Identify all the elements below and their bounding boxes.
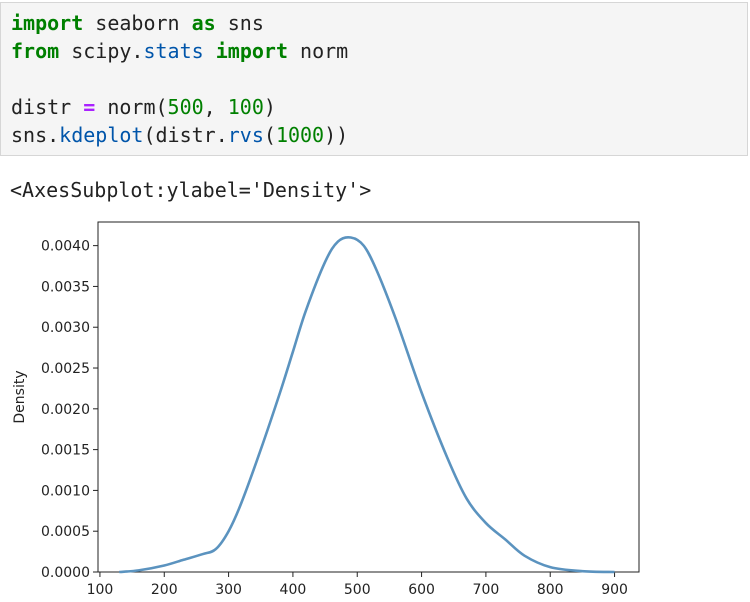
y-tick-label: 0.0030 <box>41 320 90 336</box>
kde-chart: 100 200 300 400 500 600 700 800 900 0.0000 0.0005 0… <box>12 221 640 598</box>
y-tick-label: 0.0015 <box>41 443 90 459</box>
x-tick-label: 800 <box>537 582 564 598</box>
code-token: norm( <box>95 95 168 119</box>
code-token: distr <box>11 95 84 119</box>
code-token: ) <box>263 95 276 119</box>
code-token: from <box>11 39 60 63</box>
code-token: import <box>215 39 288 63</box>
x-tick-label: 500 <box>344 582 371 598</box>
code-token: rvs <box>227 123 264 147</box>
y-tick-label: 0.0035 <box>41 279 90 295</box>
code-token: as <box>191 11 216 35</box>
code-token: kdeplot <box>59 123 144 147</box>
x-tick-label: 900 <box>601 582 628 598</box>
output-repr: <AxesSubplot:ylabel='Density'> <box>10 178 372 202</box>
x-tick-label: 600 <box>408 582 435 598</box>
y-tick-label: 0.0040 <box>41 239 90 255</box>
code-token: )) <box>324 123 349 147</box>
code-token: sns. <box>11 123 60 147</box>
y-tick-label: 0.0025 <box>41 361 90 377</box>
code-token: sns <box>215 11 264 35</box>
density-line <box>119 235 615 574</box>
code-token: 1000 <box>275 123 325 147</box>
x-tick-label: 100 <box>87 582 114 598</box>
y-tick-label: 0.0020 <box>41 402 90 418</box>
y-tick-label: 0.0000 <box>41 565 90 581</box>
code-token: scipy. <box>59 39 144 63</box>
code-token: ( <box>263 123 276 147</box>
x-tick-label: 700 <box>473 582 500 598</box>
code-token: = <box>83 95 96 119</box>
code-token: seaborn <box>83 11 192 35</box>
y-tick-label: 0.0005 <box>41 524 90 540</box>
x-tick-label: 200 <box>151 582 178 598</box>
code-token: , <box>203 95 228 119</box>
code-token: norm <box>287 39 349 63</box>
code-line: from scipy.stats import norm <box>11 39 348 63</box>
plot-frame <box>97 221 640 573</box>
x-tick-label: 400 <box>280 582 307 598</box>
code-token: (distr. <box>143 123 228 147</box>
code-token: 500 <box>167 95 204 119</box>
y-tick-label: 0.0010 <box>41 483 90 499</box>
code-cell[interactable]: import seaborn as sns from scipy.stats im… <box>0 2 748 156</box>
y-axis-label: Density <box>12 370 28 423</box>
code-token: import <box>11 11 84 35</box>
code-token: 100 <box>227 95 264 119</box>
code-line: distr = norm(500, 100) <box>11 95 276 119</box>
code-line: import seaborn as sns <box>11 11 264 35</box>
x-tick-label: 300 <box>215 582 242 598</box>
code-line: sns.kdeplot(distr.rvs(1000)) <box>11 123 348 147</box>
code-token: stats <box>143 39 204 63</box>
